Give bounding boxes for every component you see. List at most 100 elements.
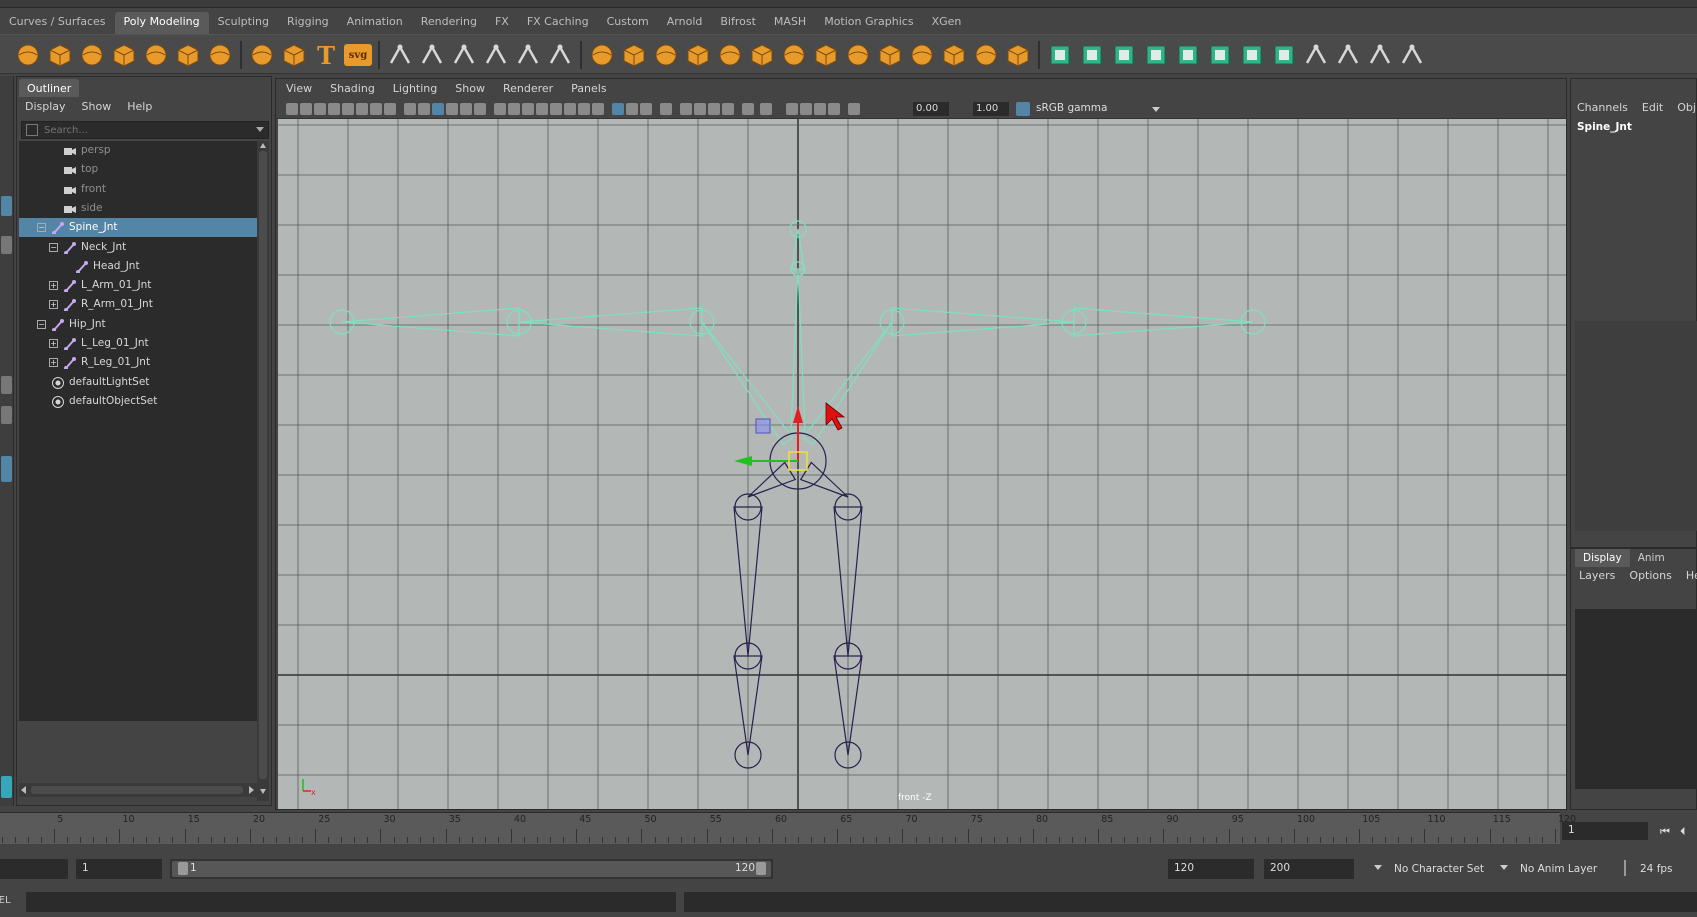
range-slider-track[interactable]: 1 120 [170, 859, 773, 879]
range-end-handle[interactable] [756, 862, 766, 875]
outliner-item[interactable]: + L_Leg_01_Jnt [19, 334, 257, 353]
layout-single-icon[interactable] [1, 456, 12, 482]
viewport-tool-icon[interactable] [626, 103, 638, 115]
chevron-down-icon[interactable] [256, 127, 264, 132]
playback-start-field[interactable]: 1 [76, 859, 162, 879]
bevel-icon[interactable] [652, 41, 680, 69]
command-input[interactable] [26, 892, 676, 912]
extract-icon[interactable] [546, 41, 574, 69]
scroll-down-arrow-icon[interactable] [260, 789, 266, 794]
viewport-tool-icon[interactable] [814, 103, 826, 115]
transfer-icon[interactable] [1398, 41, 1426, 69]
layer-menu-layers[interactable]: Layers [1579, 569, 1615, 582]
outliner-horizontal-scrollbar[interactable] [19, 783, 257, 797]
sew-uv-icon[interactable] [1004, 41, 1032, 69]
viewport-tool-icon[interactable] [494, 103, 506, 115]
viewport-tool-icon[interactable] [612, 103, 624, 115]
outliner-menu-show[interactable]: Show [82, 100, 112, 114]
outliner-item[interactable]: + R_Arm_01_Jnt [19, 295, 257, 314]
viewport-menu-show[interactable]: Show [455, 82, 485, 96]
sphere-icon[interactable] [14, 41, 42, 69]
viewport-tool-icon[interactable] [314, 103, 326, 115]
outliner-item[interactable]: front [19, 180, 257, 199]
disc-icon[interactable] [206, 41, 234, 69]
layer-menu-help[interactable]: He [1686, 569, 1697, 582]
collapse-icon[interactable]: − [49, 242, 58, 252]
unfold-icon[interactable] [940, 41, 968, 69]
bone[interactable] [802, 321, 893, 446]
outliner-item[interactable]: defaultObjectSet [19, 392, 257, 411]
viewport-tool-icon[interactable] [640, 103, 652, 115]
poke-icon[interactable] [1238, 41, 1266, 69]
sweep-icon[interactable] [280, 41, 308, 69]
outliner-item[interactable]: − Neck_Jnt [19, 238, 257, 257]
target-weld-icon[interactable] [812, 41, 840, 69]
color-management-icon[interactable] [1016, 102, 1030, 116]
outliner-menu-display[interactable]: Display [25, 100, 66, 114]
viewport-tool-icon[interactable] [800, 103, 812, 115]
boolean-icon[interactable] [482, 41, 510, 69]
fill-hole-icon[interactable] [716, 41, 744, 69]
viewport-tool-icon[interactable] [578, 103, 590, 115]
bone[interactable] [518, 307, 703, 337]
outliner-search-input[interactable] [44, 123, 234, 137]
bone[interactable] [747, 461, 797, 498]
outliner-item[interactable]: Head_Jnt [19, 257, 257, 276]
command-language-label[interactable]: MEL [0, 895, 11, 906]
viewport-tool-icon[interactable] [286, 103, 298, 115]
scroll-up-arrow-icon[interactable] [260, 143, 266, 148]
shelf-tab-arnold[interactable]: Arnold [658, 12, 712, 34]
expand-icon[interactable]: + [49, 339, 58, 348]
collapse-icon[interactable] [780, 41, 808, 69]
cone-icon[interactable] [110, 41, 138, 69]
search-filter-icon[interactable] [26, 124, 38, 136]
cylinder-icon[interactable] [78, 41, 106, 69]
go-to-start-icon[interactable]: ⏮ [1660, 825, 1670, 839]
viewport-tool-icon[interactable] [848, 103, 860, 115]
viewport-tool-icon[interactable] [536, 103, 548, 115]
bone[interactable] [701, 321, 794, 446]
retopologize-icon[interactable] [1366, 41, 1394, 69]
channel-box-menu-channels[interactable]: Channels [1577, 101, 1628, 114]
viewport-menu-renderer[interactable]: Renderer [503, 82, 553, 96]
outliner-item[interactable]: + L_Arm_01_Jnt [19, 276, 257, 295]
time-slider[interactable]: 5 10 15 20 25 30 35 40 45 50 55 60 65 70 75 80 85 90 95 100… [0, 812, 1576, 844]
crease-icon[interactable] [1302, 41, 1330, 69]
layout-preset-icon[interactable] [1, 776, 12, 798]
animation-start-field[interactable] [0, 859, 68, 879]
outliner-hscroll-thumb[interactable] [31, 786, 243, 794]
shelf-tab-curves-surfaces[interactable]: Curves / Surfaces [0, 12, 115, 34]
viewport-tool-icon[interactable] [432, 103, 444, 115]
anim-layer-select[interactable]: No Anim Layer [1520, 863, 1597, 875]
viewport-3d[interactable]: front -Z x [278, 119, 1566, 809]
offset-loop-icon[interactable] [1110, 41, 1138, 69]
select-tool-icon[interactable] [1, 196, 12, 216]
reduce-icon[interactable] [1334, 41, 1362, 69]
tab-display[interactable]: Display [1575, 549, 1630, 567]
bevel-edge-icon[interactable] [1174, 41, 1202, 69]
move-manipulator[interactable] [734, 406, 808, 471]
viewport-tool-icon[interactable] [828, 103, 840, 115]
viewport-tool-icon[interactable] [370, 103, 382, 115]
cube-icon[interactable] [46, 41, 74, 69]
range-start-handle[interactable] [178, 862, 188, 875]
expand-icon[interactable]: + [49, 358, 58, 368]
wedge-icon[interactable] [1206, 41, 1234, 69]
shelf-tab-custom[interactable]: Custom [598, 12, 658, 34]
viewport-tool-icon[interactable] [460, 103, 472, 115]
chevron-down-icon[interactable] [1152, 107, 1160, 112]
cut-uv-icon[interactable] [972, 41, 1000, 69]
viewport-tool-icon[interactable] [550, 103, 562, 115]
svg-icon[interactable]: svg [344, 44, 372, 66]
collapse-icon[interactable]: − [37, 223, 46, 233]
viewport-tool-icon[interactable] [680, 103, 692, 115]
append-icon[interactable] [684, 41, 712, 69]
collapse-icon[interactable]: − [37, 319, 46, 329]
shelf-tab-xgen[interactable]: XGen [923, 12, 971, 34]
character-set-dropdown-icon[interactable] [1374, 865, 1382, 870]
viewport-menu-lighting[interactable]: Lighting [393, 82, 437, 96]
extrude-icon[interactable] [588, 41, 616, 69]
character-set-select[interactable]: No Character Set [1394, 863, 1484, 875]
bone[interactable] [799, 461, 849, 498]
exposure-field[interactable]: 0.00 [913, 102, 949, 116]
